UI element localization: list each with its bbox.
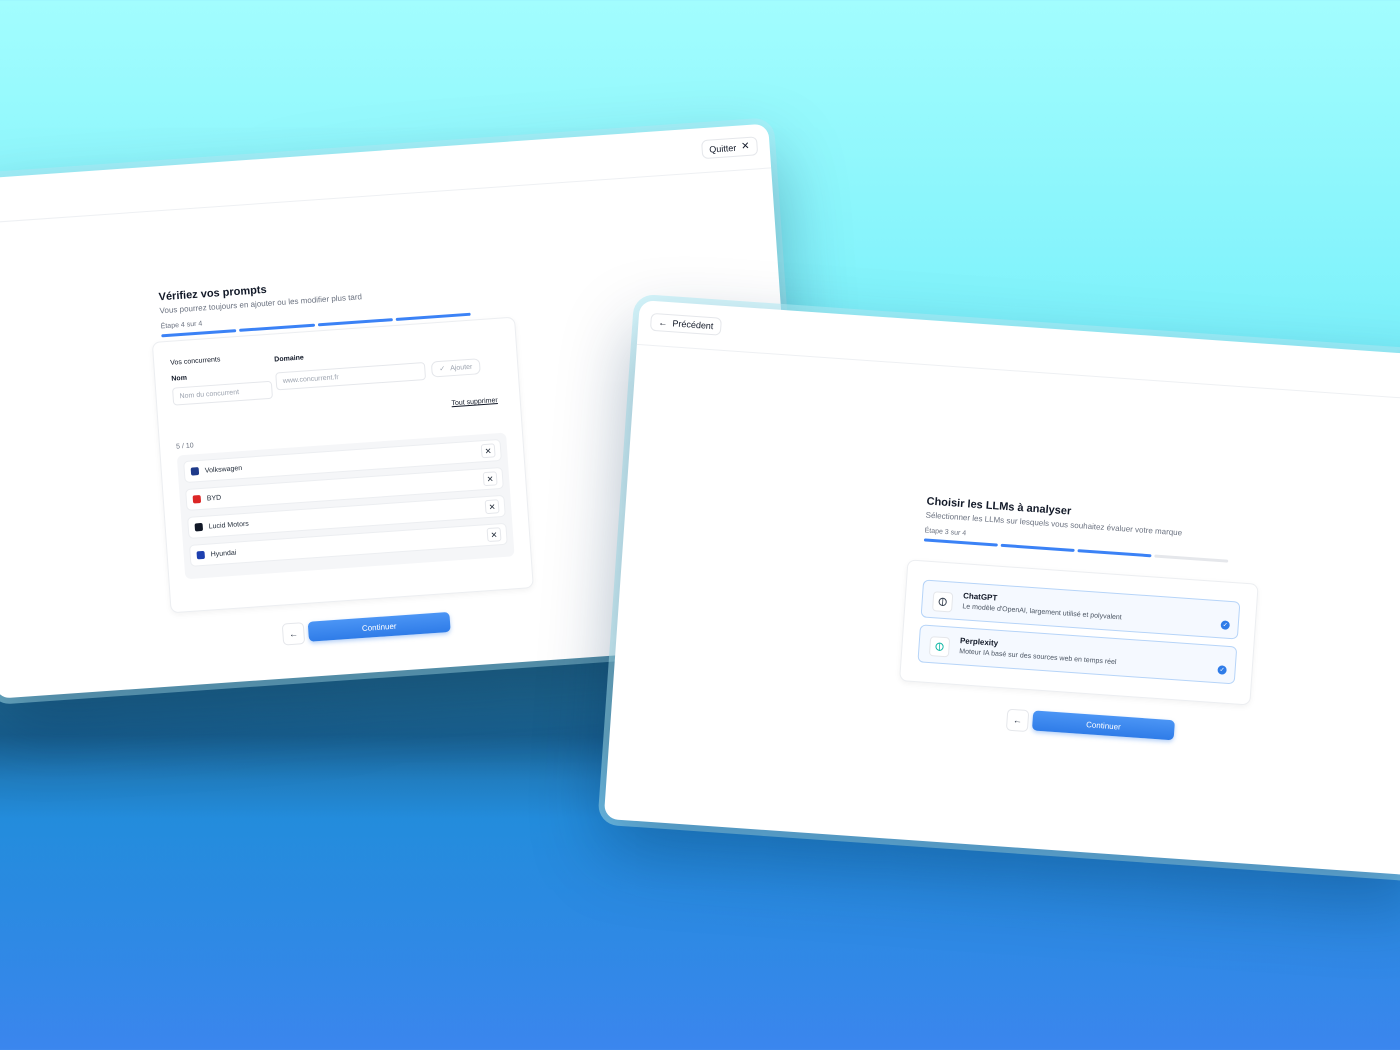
progress-segment — [1077, 549, 1152, 558]
window-topbar — [0, 123, 772, 225]
openai-icon — [932, 591, 954, 613]
competitor-name: Volkswagen — [204, 464, 243, 475]
name-label: Nom — [171, 374, 188, 383]
clear-all-link[interactable]: Tout supprimer — [451, 397, 498, 407]
window-topbar — [636, 300, 1400, 403]
brand-logo-icon — [194, 522, 204, 532]
competitor-count: 5 / 10 — [175, 442, 194, 451]
remove-icon[interactable]: ✕ — [486, 527, 502, 543]
progress-segment — [923, 538, 998, 547]
add-button[interactable]: ✓ Ajouter — [430, 358, 481, 378]
check-circle-icon: ✓ — [1220, 620, 1231, 630]
remove-icon[interactable]: ✕ — [480, 443, 496, 459]
competitor-name: Lucid Motors — [208, 520, 250, 530]
llm-card: ChatGPT Le modèle d'OpenAI, largement uti… — [899, 559, 1259, 706]
continue-button[interactable]: Continuer — [307, 611, 451, 642]
brand-logo-icon — [190, 467, 200, 476]
brand-logo-icon — [192, 494, 202, 504]
brand-logo-icon — [196, 550, 206, 560]
arrow-left-icon: ← — [288, 628, 299, 640]
check-icon: ✓ — [439, 365, 446, 374]
competitor-name: BYD — [206, 494, 222, 503]
competitor-list: Volkswagen ✕ BYD ✕ Lucid Motors ✕ Hyundai ✕ — [176, 432, 515, 580]
perplexity-icon — [928, 636, 951, 658]
quit-button[interactable]: Quitter ✕ — [700, 136, 759, 160]
continue-button[interactable]: Continuer — [1031, 710, 1175, 741]
check-circle-icon: ✓ — [1217, 665, 1227, 675]
progress-segment — [1154, 554, 1229, 563]
competitor-name: Hyundai — [210, 549, 237, 558]
name-input[interactable]: Nom du concurrent — [172, 380, 274, 406]
remove-icon[interactable]: ✕ — [482, 471, 498, 487]
add-label: Ajouter — [449, 363, 473, 372]
llm-selection-window: ← Précédent Choisir les LLMs à analyser … — [603, 300, 1400, 876]
back-button[interactable]: ← — [281, 622, 306, 646]
close-icon: ✕ — [740, 140, 750, 153]
previous-label: Précédent — [672, 318, 714, 332]
back-button[interactable]: ← — [1005, 708, 1030, 733]
section-label: Vos concurrents — [170, 356, 221, 367]
progress-segment — [1000, 543, 1075, 552]
step-header: Choisir les LLMs à analyser Sélectionner… — [923, 496, 1231, 563]
arrow-left-icon: ← — [1012, 715, 1023, 726]
quit-label: Quitter — [708, 142, 737, 155]
domain-input[interactable]: www.concurrent.fr — [275, 362, 427, 391]
domain-label: Domaine — [274, 354, 305, 364]
competitors-card: Vos concurrents Nom Domaine Nom du concu… — [151, 316, 534, 614]
arrow-left-icon: ← — [658, 317, 668, 328]
remove-icon[interactable]: ✕ — [484, 499, 500, 515]
